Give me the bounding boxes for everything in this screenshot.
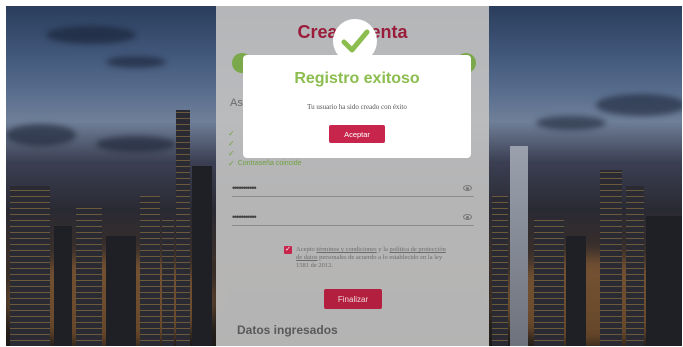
datos-ingresados-heading: Datos ingresados: [237, 323, 338, 337]
list-item: ✓ Contraseña coincide: [228, 158, 302, 168]
terms-text: Acepto términos y condiciones y la polít…: [296, 246, 446, 269]
terms-link[interactable]: términos y condiciones: [316, 246, 376, 253]
section-heading: As: [230, 97, 243, 109]
finalizar-button[interactable]: Finalizar: [324, 289, 382, 309]
check-icon: ✓: [228, 158, 235, 168]
modal-title: Registro exitoso: [294, 70, 420, 87]
check-icon: ✓: [228, 128, 235, 138]
eye-icon[interactable]: [463, 185, 472, 191]
password-field[interactable]: •••••••••••: [232, 183, 474, 197]
eye-icon[interactable]: [463, 214, 472, 220]
check-icon: ✓: [228, 138, 235, 148]
success-modal: Registro exitoso Tu usuario ha sido crea…: [243, 55, 471, 158]
aceptar-button[interactable]: Aceptar: [329, 125, 385, 143]
confirm-password-field[interactable]: •••••••••••: [232, 212, 474, 226]
check-icon: ✓: [228, 148, 235, 158]
success-check-icon: [333, 19, 377, 63]
modal-message: Tu usuario ha sido creado con éxito: [307, 103, 407, 111]
